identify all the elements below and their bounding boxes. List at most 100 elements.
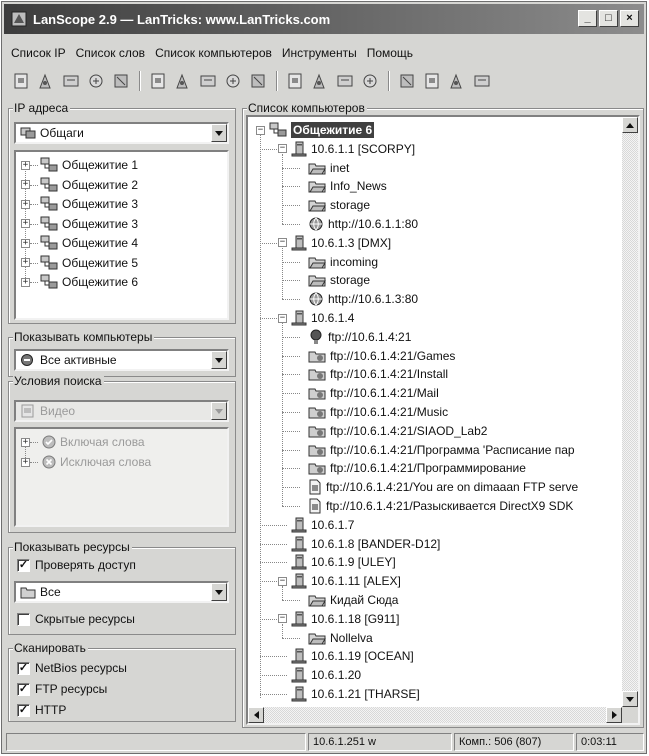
exclude-words-node[interactable]: + Исключая слова bbox=[21, 453, 151, 471]
share-node[interactable]: Nollelva bbox=[304, 629, 373, 647]
ftp-resource-node[interactable]: ftp://10.6.1.4:21/Music bbox=[304, 403, 448, 421]
expand-icon[interactable]: + bbox=[21, 160, 30, 170]
computer-node[interactable]: − 10.6.1.11 [ALEX] bbox=[278, 572, 401, 590]
search-button[interactable] bbox=[147, 71, 168, 91]
ip-list-new-button[interactable] bbox=[10, 71, 31, 91]
info-button[interactable] bbox=[471, 71, 492, 91]
check-access-option[interactable]: ✓ Проверять доступ bbox=[17, 558, 136, 572]
settings-button[interactable] bbox=[421, 71, 442, 91]
share-node[interactable]: storage bbox=[304, 196, 370, 214]
expand-icon[interactable]: + bbox=[21, 238, 30, 248]
computer-node[interactable]: 10.6.1.19 [OCEAN] bbox=[278, 647, 414, 665]
help-button[interactable] bbox=[446, 71, 467, 91]
ftp-resource-node[interactable]: ftp://10.6.1.4:21/Games bbox=[304, 347, 455, 365]
search-category-combo[interactable]: Видео bbox=[14, 400, 229, 422]
share-node[interactable]: incoming bbox=[304, 253, 378, 271]
ip-group-node[interactable]: + Общежитие 3 bbox=[21, 215, 138, 233]
computer-node[interactable]: 10.6.1.21 [THARSE] bbox=[278, 685, 420, 703]
menu-ip-list[interactable]: Список IP bbox=[6, 43, 71, 63]
ip-list-open-button[interactable] bbox=[35, 71, 56, 91]
ftp-resource-node[interactable]: ftp://10.6.1.4:21/You are on dimaaan FTP… bbox=[304, 478, 578, 496]
collapse-icon[interactable]: − bbox=[278, 313, 287, 323]
scroll-left-button[interactable] bbox=[248, 707, 264, 723]
scroll-up-button[interactable] bbox=[622, 117, 638, 133]
menu-computer-list[interactable]: Список компьютеров bbox=[150, 43, 277, 63]
ftp-resource-node[interactable]: ftp://10.6.1.4:21/Программирование bbox=[304, 459, 526, 477]
computer-add-button[interactable] bbox=[284, 71, 305, 91]
expand-icon[interactable]: + bbox=[21, 437, 30, 447]
resource-type-combo[interactable]: Все bbox=[14, 581, 229, 603]
computer-find-button[interactable] bbox=[359, 71, 380, 91]
share-node[interactable]: inet bbox=[304, 159, 349, 177]
menu-word-list[interactable]: Список слов bbox=[71, 43, 150, 63]
collapse-icon[interactable]: − bbox=[256, 125, 265, 135]
chevron-down-icon[interactable] bbox=[211, 583, 227, 601]
ftp-resource-node[interactable]: ftp://10.6.1.4:21/Mail bbox=[304, 384, 439, 402]
scroll-right-button[interactable] bbox=[606, 707, 622, 723]
ftp-resource-node[interactable]: ftp://10.6.1.4:21/SIAOD_Lab2 bbox=[304, 422, 487, 440]
hidden-resources-checkbox[interactable] bbox=[17, 612, 30, 626]
http-resource-node[interactable]: http://10.6.1.3:80 bbox=[304, 290, 418, 308]
collapse-icon[interactable]: − bbox=[278, 614, 287, 624]
close-button[interactable]: × bbox=[620, 10, 639, 27]
ip-list-edit-button[interactable] bbox=[85, 71, 106, 91]
http-resource-node[interactable]: http://10.6.1.1:80 bbox=[304, 215, 418, 233]
ip-list-combo[interactable]: Общаги bbox=[14, 122, 229, 144]
computer-node[interactable]: 10.6.1.20 bbox=[278, 666, 361, 684]
show-computers-combo[interactable]: Все активные bbox=[14, 349, 229, 371]
share-node[interactable]: storage bbox=[304, 271, 370, 289]
ip-group-node[interactable]: + Общежитие 3 bbox=[21, 195, 138, 213]
scan-ftp-checkbox[interactable]: ✓ bbox=[17, 682, 30, 696]
chevron-down-icon[interactable] bbox=[211, 124, 227, 142]
computer-node[interactable]: 10.6.1.8 [BANDER-D12] bbox=[278, 535, 440, 553]
chevron-down-icon[interactable] bbox=[211, 351, 227, 369]
computer-node[interactable]: − 10.6.1.3 [DMX] bbox=[278, 234, 391, 252]
vertical-scrollbar[interactable] bbox=[622, 117, 638, 707]
computer-edit-button[interactable] bbox=[309, 71, 330, 91]
cursor-tool-button[interactable] bbox=[396, 71, 417, 91]
search-back-button[interactable] bbox=[222, 71, 243, 91]
expand-icon[interactable]: + bbox=[21, 199, 30, 209]
ip-group-node[interactable]: + Общежитие 1 bbox=[21, 156, 138, 174]
scan-http-checkbox[interactable]: ✓ bbox=[17, 703, 30, 717]
computer-node[interactable]: 10.6.1.9 [ULEY] bbox=[278, 553, 396, 571]
search-words-tree[interactable]: + Включая слова + Исключая слова bbox=[14, 427, 229, 527]
maximize-button[interactable]: □ bbox=[599, 10, 618, 27]
search-next-button[interactable] bbox=[172, 71, 193, 91]
expand-icon[interactable]: + bbox=[21, 258, 30, 267]
ftp-resource-node[interactable]: ftp://10.6.1.4:21/Разыскивается DirectX9… bbox=[304, 497, 573, 515]
menu-help[interactable]: Помощь bbox=[362, 43, 418, 63]
ip-group-node[interactable]: + Общежитие 4 bbox=[21, 234, 138, 252]
root-group-node[interactable]: − Общежитие 6 bbox=[256, 121, 375, 139]
share-node[interactable]: Info_News bbox=[304, 177, 387, 195]
ip-list-save-button[interactable] bbox=[60, 71, 81, 91]
collapse-icon[interactable]: − bbox=[278, 576, 287, 586]
share-node[interactable]: Кидай Сюда bbox=[304, 591, 398, 609]
expand-icon[interactable]: + bbox=[21, 457, 30, 467]
title-bar[interactable]: LanScope 2.9 — LanTricks: www.LanTricks.… bbox=[4, 4, 644, 34]
menu-tools[interactable]: Инструменты bbox=[277, 43, 362, 63]
expand-icon[interactable]: + bbox=[21, 180, 30, 189]
computer-node[interactable]: − 10.6.1.18 [G911] bbox=[278, 610, 400, 628]
computer-delete-button[interactable] bbox=[334, 71, 355, 91]
scan-http-option[interactable]: ✓ HTTP bbox=[17, 703, 66, 717]
hidden-resources-option[interactable]: Скрытые ресурсы bbox=[17, 612, 135, 626]
computers-tree[interactable]: − Общежитие 6−10.6.1.1 [SCORPY] inet Info_N… bbox=[248, 117, 622, 707]
scan-ftp-option[interactable]: ✓ FTP ресурсы bbox=[17, 682, 107, 696]
scan-netbios-checkbox[interactable]: ✓ bbox=[17, 661, 30, 675]
scroll-down-button[interactable] bbox=[622, 691, 638, 707]
ip-group-node[interactable]: + Общежитие 2 bbox=[21, 176, 138, 194]
horizontal-scrollbar[interactable] bbox=[248, 707, 622, 723]
computer-node[interactable]: − 10.6.1.1 [SCORPY] bbox=[278, 140, 415, 158]
search-stop-button[interactable] bbox=[197, 71, 218, 91]
expand-icon[interactable]: + bbox=[21, 219, 30, 228]
include-words-node[interactable]: + Включая слова bbox=[21, 433, 145, 451]
ip-group-node[interactable]: + Общежитие 5 bbox=[21, 254, 138, 272]
computers-tree-view[interactable]: − Общежитие 6−10.6.1.1 [SCORPY] inet Info_N… bbox=[246, 115, 640, 725]
computer-node[interactable]: − 10.6.1.4 bbox=[278, 309, 354, 327]
document-button[interactable] bbox=[247, 71, 268, 91]
ftp-resource-node[interactable]: ftp://10.6.1.4:21/Install bbox=[304, 365, 448, 383]
chevron-down-icon[interactable] bbox=[211, 402, 227, 420]
collapse-icon[interactable]: − bbox=[278, 238, 287, 248]
ftp-resource-node[interactable]: ftp://10.6.1.4:21 bbox=[304, 328, 411, 346]
